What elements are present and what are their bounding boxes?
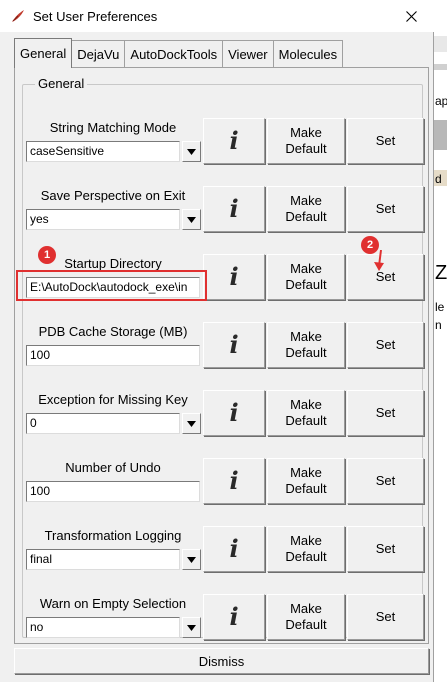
make-default-button[interactable]: Make Default bbox=[267, 254, 345, 300]
exception-missing-key-field[interactable]: 0 bbox=[26, 413, 180, 434]
dropdown-button[interactable] bbox=[182, 209, 201, 230]
make-default-button[interactable]: Make Default bbox=[267, 322, 345, 368]
tab-molecules[interactable]: Molecules bbox=[272, 40, 344, 68]
red-arrow-icon bbox=[374, 250, 384, 271]
row-label: Transformation Logging bbox=[44, 528, 182, 543]
group-label: General bbox=[35, 76, 88, 91]
tab-bar: General DejaVu AutoDockTools Viewer Mole… bbox=[14, 38, 344, 68]
dropdown-button[interactable] bbox=[182, 617, 201, 638]
row-label: Exception for Missing Key bbox=[38, 392, 188, 407]
title-bar[interactable]: Set User Preferences bbox=[0, 0, 434, 32]
row-label: PDB Cache Storage (MB) bbox=[38, 324, 188, 339]
pdb-cache-storage-field[interactable]: 100 bbox=[26, 345, 200, 366]
dismiss-button[interactable]: Dismiss bbox=[14, 648, 429, 674]
row-number-of-undo: Number of Undo 100 i Make Default Set bbox=[23, 458, 424, 504]
close-icon bbox=[405, 10, 417, 22]
set-button[interactable]: Set bbox=[347, 186, 424, 232]
set-button[interactable]: Set bbox=[347, 594, 424, 640]
make-default-button[interactable]: Make Default bbox=[267, 390, 345, 436]
set-button[interactable]: Set bbox=[347, 390, 424, 436]
make-default-button[interactable]: Make Default bbox=[267, 594, 345, 640]
tab-viewer[interactable]: Viewer bbox=[222, 40, 274, 68]
row-label: Number of Undo bbox=[65, 460, 161, 475]
info-icon: i bbox=[229, 194, 239, 223]
info-button[interactable]: i bbox=[203, 322, 265, 368]
general-group: General String Matching Mode caseSensiti… bbox=[22, 76, 424, 640]
warn-empty-selection-field[interactable]: no bbox=[26, 617, 180, 638]
save-perspective-field[interactable]: yes bbox=[26, 209, 180, 230]
number-of-undo-field[interactable]: 100 bbox=[26, 481, 200, 502]
row-string-matching-mode: String Matching Mode caseSensitive i Mak… bbox=[23, 118, 424, 164]
chevron-down-icon bbox=[187, 148, 196, 155]
dropdown-button[interactable] bbox=[182, 141, 201, 162]
set-button[interactable]: Set bbox=[347, 458, 424, 504]
info-button[interactable]: i bbox=[203, 526, 265, 572]
chevron-down-icon bbox=[187, 420, 196, 427]
tab-autodocktools[interactable]: AutoDockTools bbox=[124, 40, 224, 68]
info-icon: i bbox=[229, 126, 239, 155]
tab-dejavu[interactable]: DejaVu bbox=[71, 40, 126, 68]
set-button[interactable]: Set bbox=[347, 322, 424, 368]
info-button[interactable]: i bbox=[203, 594, 265, 640]
string-matching-mode-field[interactable]: caseSensitive bbox=[26, 141, 180, 162]
startup-directory-field[interactable]: E:\AutoDock\autodock_exe\in bbox=[26, 277, 200, 298]
dropdown-button[interactable] bbox=[182, 413, 201, 434]
chevron-down-icon bbox=[187, 624, 196, 631]
info-button[interactable]: i bbox=[203, 186, 265, 232]
tk-feather-icon bbox=[10, 8, 26, 24]
info-icon: i bbox=[229, 602, 239, 631]
row-startup-directory: Startup Directory E:\AutoDock\autodock_e… bbox=[23, 254, 424, 300]
make-default-button[interactable]: Make Default bbox=[267, 186, 345, 232]
background-text: ap bbox=[435, 94, 447, 108]
row-label: Warn on Empty Selection bbox=[39, 596, 187, 611]
info-button[interactable]: i bbox=[203, 118, 265, 164]
background-text: n bbox=[435, 318, 442, 332]
background-text: d bbox=[435, 172, 442, 186]
info-icon: i bbox=[229, 466, 239, 495]
row-pdb-cache-storage: PDB Cache Storage (MB) 100 i Make Default… bbox=[23, 322, 424, 368]
general-tab-panel: General String Matching Mode caseSensiti… bbox=[14, 67, 429, 644]
window-title: Set User Preferences bbox=[33, 8, 158, 24]
info-button[interactable]: i bbox=[203, 390, 265, 436]
tab-general[interactable]: General bbox=[14, 38, 73, 68]
info-icon: i bbox=[229, 330, 239, 359]
set-button[interactable]: Set bbox=[347, 526, 424, 572]
annotation-marker-1: 1 bbox=[38, 246, 56, 264]
row-save-perspective: Save Perspective on Exit yes i Make Defau… bbox=[23, 186, 424, 232]
chevron-down-icon bbox=[187, 216, 196, 223]
background-text: Z bbox=[435, 262, 447, 284]
make-default-button[interactable]: Make Default bbox=[267, 458, 345, 504]
info-icon: i bbox=[229, 398, 239, 427]
row-warn-empty-selection: Warn on Empty Selection no i Make Default… bbox=[23, 594, 424, 640]
row-exception-missing-key: Exception for Missing Key 0 i Make Defaul… bbox=[23, 390, 424, 436]
background-window-fragment: ap d Z le n bbox=[434, 0, 447, 682]
make-default-button[interactable]: Make Default bbox=[267, 526, 345, 572]
make-default-button[interactable]: Make Default bbox=[267, 118, 345, 164]
info-icon: i bbox=[229, 262, 239, 291]
row-label: String Matching Mode bbox=[49, 120, 177, 135]
chevron-down-icon bbox=[187, 556, 196, 563]
row-label: Save Perspective on Exit bbox=[40, 188, 186, 203]
info-button[interactable]: i bbox=[203, 254, 265, 300]
set-button[interactable]: Set bbox=[347, 118, 424, 164]
dropdown-button[interactable] bbox=[182, 549, 201, 570]
info-icon: i bbox=[229, 534, 239, 563]
info-button[interactable]: i bbox=[203, 458, 265, 504]
background-text: le bbox=[435, 300, 445, 314]
row-transformation-logging: Transformation Logging final i Make Defau… bbox=[23, 526, 424, 572]
close-button[interactable] bbox=[388, 0, 434, 32]
transformation-logging-field[interactable]: final bbox=[26, 549, 180, 570]
preferences-window: Set User Preferences General DejaVu Auto… bbox=[0, 0, 434, 682]
